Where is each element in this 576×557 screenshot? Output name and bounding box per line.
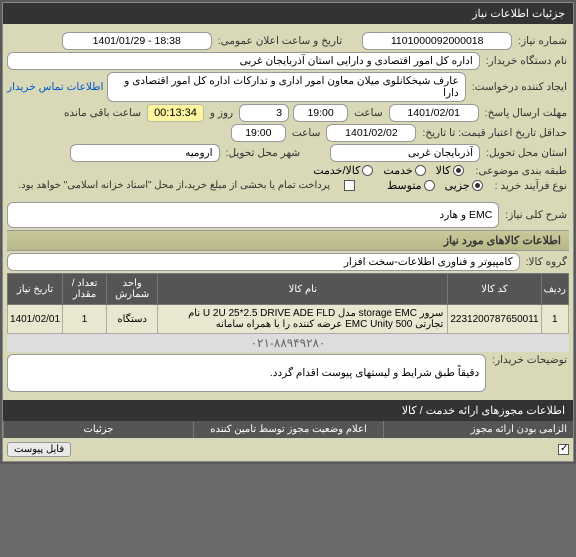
- hour-label-2: ساعت: [290, 127, 323, 139]
- radio-icon: [424, 180, 435, 191]
- col-name: نام کالا: [158, 274, 448, 305]
- col-row: ردیف: [541, 274, 568, 305]
- deadline-time-value: 19:00: [293, 104, 348, 122]
- city-value: ارومیه: [70, 144, 220, 162]
- radio-small-label: جزیی: [445, 179, 470, 192]
- valid-date-value: 1401/02/02: [326, 124, 416, 142]
- deadline-label: مهلت ارسال پاسخ:: [483, 107, 569, 119]
- radio-icon: [472, 180, 483, 191]
- radio-service-label: خدمت: [383, 164, 412, 177]
- requester-value: عارف شیخکانلوی میلان معاون امور اداری و …: [107, 72, 465, 102]
- table-row: 1 2231200787650011 سرور storage EMC مدل …: [8, 305, 569, 334]
- radio-small[interactable]: جزیی: [445, 179, 483, 192]
- radio-goods[interactable]: کالا: [436, 164, 464, 177]
- cell-idx: 1: [541, 305, 568, 334]
- radio-icon: [362, 165, 373, 176]
- permits-col-details: جزئیات: [3, 421, 193, 438]
- title-bar: جزئیات اطلاعات نیاز: [3, 3, 573, 24]
- cell-date: 1401/02/01: [8, 305, 63, 334]
- title-bar-text: جزئیات اطلاعات نیاز: [472, 7, 565, 20]
- radio-medium-label: متوسط: [387, 179, 422, 192]
- radio-icon: [453, 165, 464, 176]
- radio-medium[interactable]: متوسط: [387, 179, 435, 192]
- countdown-timer: 00:13:34: [147, 104, 204, 122]
- cell-code: 2231200787650011: [448, 305, 541, 334]
- col-unit: واحد شمارش: [107, 274, 158, 305]
- need-title-value: EMC و هارد: [7, 202, 499, 228]
- radio-goods-label: کالا: [436, 164, 451, 177]
- category-label: طبقه بندی موضوعی:: [474, 165, 569, 177]
- col-code: کد کالا: [448, 274, 541, 305]
- permits-columns: الزامی بودن ارائه مجوز اعلام وضعیت مجوز …: [3, 421, 573, 438]
- radio-icon: [415, 165, 426, 176]
- need-number-label: شماره نیاز:: [516, 35, 569, 47]
- watermark-phone: ۰۲۱-۸۸۹۴۹۲۸۰: [7, 334, 569, 352]
- goods-group-label: گروه کالا:: [524, 256, 569, 268]
- cell-unit: دستگاه: [107, 305, 158, 334]
- requester-label: ایجاد کننده درخواست:: [470, 81, 569, 93]
- announce-datetime-label: تاریخ و ساعت اعلان عمومی:: [216, 35, 344, 47]
- buyer-notes-value: دقیقاً طبق شرایط و لیستهای پیوست اقدام گ…: [7, 354, 486, 392]
- items-info-header: اطلاعات کالاهای مورد نیاز: [7, 230, 569, 251]
- radio-goods-service-label: کالا/خدمت: [313, 164, 360, 177]
- table-header-row: ردیف کد کالا نام کالا واحد شمارش تعداد /…: [8, 274, 569, 305]
- treasury-checkbox[interactable]: [344, 180, 355, 191]
- goods-group-value: کامپیوتر و فناوری اطلاعات-سخت افزار: [7, 253, 520, 271]
- buyer-org-label: نام دستگاه خریدار:: [484, 55, 569, 67]
- min-valid-label: حداقل تاریخ اعتبار قیمت: تا تاریخ:: [420, 127, 569, 139]
- city-label: شهر محل تحویل:: [224, 147, 303, 159]
- permit-required-checkbox[interactable]: ✓: [558, 444, 569, 455]
- buyer-contact-link[interactable]: اطلاعات تماس خریدار: [7, 81, 103, 93]
- permits-col-required: الزامی بودن ارائه مجوز: [383, 421, 573, 438]
- col-date: تاریخ نیاز: [8, 274, 63, 305]
- buyer-notes-label: توضیحات خریدار:: [490, 354, 569, 366]
- radio-service[interactable]: خدمت: [383, 164, 425, 177]
- need-title-label: شرح کلی نیاز:: [503, 209, 569, 221]
- check-icon: ✓: [560, 443, 568, 454]
- buyer-org-value: اداره کل امور اقتصادی و دارایی استان آذر…: [7, 52, 480, 70]
- announce-datetime-value: 1401/01/29 - 18:38: [62, 32, 212, 50]
- treasury-note: پرداخت تمام یا بخشی از مبلغ خرید،از محل …: [18, 180, 330, 191]
- need-number-value: 1101000092000018: [362, 32, 512, 50]
- col-qty: تعداد / مقدار: [63, 274, 107, 305]
- process-type-label: نوع فرآیند خرید :: [493, 180, 569, 192]
- radio-goods-service[interactable]: کالا/خدمت: [313, 164, 373, 177]
- remaining-label: ساعت باقی مانده: [62, 107, 143, 119]
- hour-label-1: ساعت: [352, 107, 385, 119]
- day-and-label: روز و: [208, 107, 235, 119]
- province-value: آذربایجان غربی: [330, 144, 480, 162]
- permits-col-status: اعلام وضعیت مجوز توسط تامین کننده: [193, 421, 383, 438]
- deadline-days-value: 3: [239, 104, 289, 122]
- items-table: ردیف کد کالا نام کالا واحد شمارش تعداد /…: [7, 273, 569, 334]
- province-label: استان محل تحویل:: [484, 147, 569, 159]
- cell-qty: 1: [63, 305, 107, 334]
- attachment-button[interactable]: فایل پیوست: [7, 442, 71, 457]
- deadline-date-value: 1401/02/01: [389, 104, 479, 122]
- permits-header: اطلاعات مجوزهای ارائه خدمت / کالا: [3, 400, 573, 421]
- valid-time-value: 19:00: [231, 124, 286, 142]
- cell-name: سرور storage EMC مدل U 2U 25*2.5 DRIVE A…: [158, 305, 448, 334]
